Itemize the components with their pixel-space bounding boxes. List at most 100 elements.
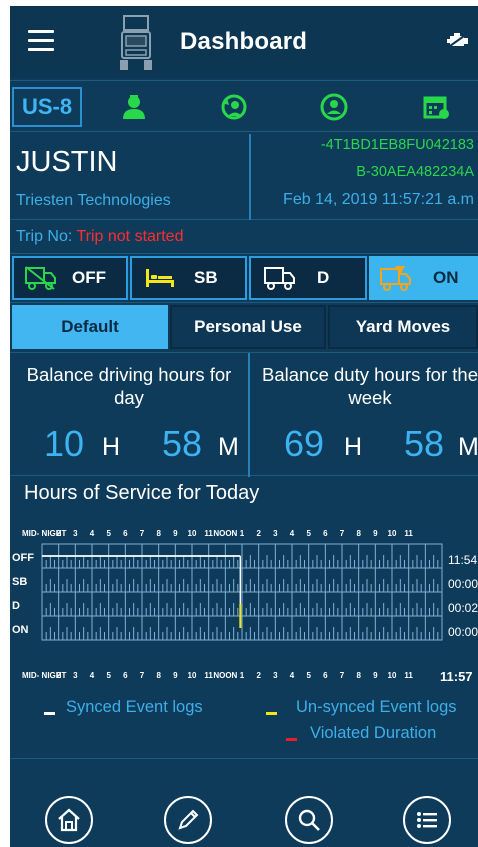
hour-label-bottom: 3 xyxy=(73,671,78,680)
co-driver-refresh-icon[interactable] xyxy=(220,93,248,121)
hour-label-top: 6 xyxy=(123,529,128,538)
edit-button[interactable] xyxy=(164,796,212,844)
driver-name: JUSTIN xyxy=(16,146,118,178)
home-button[interactable] xyxy=(45,796,93,844)
hour-label-top: 2 xyxy=(256,529,261,538)
week-minutes-unit: M xyxy=(458,433,478,461)
trip-label: Trip No: Trip not started xyxy=(16,228,183,246)
hour-label-top: 3 xyxy=(73,529,78,538)
trip-label-text: Trip No: xyxy=(16,228,77,245)
hour-label-bottom: 4 xyxy=(290,671,295,680)
tab-yard-moves[interactable]: Yard Moves xyxy=(328,305,478,349)
search-icon xyxy=(298,809,320,831)
hour-label-top: 1 xyxy=(240,529,245,538)
current-datetime: Feb 14, 2019 11:57:21 a.m xyxy=(283,191,474,208)
hour-label-bottom: 1 xyxy=(240,671,245,680)
hour-label-top: 11 xyxy=(204,529,213,538)
violated-legend-swatch xyxy=(286,738,297,741)
week-hours-value: 69 xyxy=(284,423,325,464)
hour-label-bottom: 6 xyxy=(123,671,128,680)
hamburger-menu-icon[interactable] xyxy=(28,30,54,52)
row-label: SB xyxy=(12,576,27,588)
hour-label-top: 9 xyxy=(373,529,378,538)
driver-sync-icon[interactable] xyxy=(320,93,348,121)
status-on-label: ON xyxy=(433,268,459,287)
day-minutes-unit: M xyxy=(218,433,239,461)
vehicle-unit-box[interactable]: US-8 xyxy=(12,87,82,127)
balance-day-title-line2: day xyxy=(114,387,144,408)
hour-label-top: 7 xyxy=(340,529,345,538)
hour-label-bottom: 11 xyxy=(204,671,213,680)
driver-icon[interactable] xyxy=(120,93,148,121)
vin-line-2: B-30AEA482234A xyxy=(356,164,474,180)
status-off-button[interactable]: OFF xyxy=(12,256,128,300)
truck-logo-icon xyxy=(120,15,152,70)
divider xyxy=(10,758,478,759)
hour-label-bottom: 8 xyxy=(156,671,161,680)
row-total: 11:54 xyxy=(448,553,477,567)
vehicle-row: US-8 xyxy=(10,80,478,132)
balance-day-title-line1: Balance driving hours for xyxy=(26,364,232,385)
engine-icon[interactable] xyxy=(446,30,470,52)
hour-label-bottom: 3 xyxy=(273,671,278,680)
hour-label-top: 6 xyxy=(323,529,328,538)
status-d-button[interactable]: D xyxy=(249,256,367,300)
dashboard-screen: Dashboard US-8 JUSTIN Triesten Technolog… xyxy=(10,6,478,847)
row-total: 00:02 xyxy=(448,601,478,615)
week-minutes-value: 58 xyxy=(404,423,445,464)
balance-week-title-line2: week xyxy=(348,387,392,408)
status-off-label: OFF xyxy=(72,268,106,287)
hour-label-bottom: NOON xyxy=(213,671,237,680)
row-label: ON xyxy=(12,624,29,636)
list-menu-button[interactable] xyxy=(403,796,451,844)
grand-total: 11:57 xyxy=(440,669,473,684)
calendar-icon[interactable] xyxy=(422,93,450,121)
hour-label-bottom: 5 xyxy=(106,671,111,680)
synced-legend-swatch xyxy=(44,712,55,715)
on-duty-truck-icon xyxy=(380,266,411,291)
hour-label-top: 7 xyxy=(140,529,145,538)
synced-legend: Synced Event logs xyxy=(66,698,203,716)
hour-label-bottom: 6 xyxy=(323,671,328,680)
hour-label-bottom: 10 xyxy=(188,671,197,680)
hour-label-top: 4 xyxy=(90,529,95,538)
balance-day-title: Balance driving hours for day xyxy=(10,363,248,409)
mode-tabs: Default Personal Use Yard Moves xyxy=(10,302,478,350)
hour-label-bottom: 8 xyxy=(356,671,361,680)
status-sb-label: SB xyxy=(194,268,218,287)
week-hours-unit: H xyxy=(344,433,363,461)
day-hours-value: 10 xyxy=(44,423,85,464)
hour-label-bottom: 7 xyxy=(140,671,145,680)
hos-title: Hours of Service for Today xyxy=(24,482,260,504)
row-total: 00:00 xyxy=(448,625,478,639)
unsynced-legend: Un-synced Event logs xyxy=(296,698,457,716)
trip-row: Trip No: Trip not started xyxy=(10,220,478,254)
home-icon xyxy=(58,808,80,832)
hos-log-grid[interactable]: MID- NIGHT2 3 4 5 6 7 8 9 10 11 NOON 1 2 3 4 5 6 7 8 9 10 11M… xyxy=(10,514,478,694)
hour-label-top: 4 xyxy=(290,529,295,538)
driver-info: JUSTIN Triesten Technologies -4T1BD1EB8F… xyxy=(10,134,478,220)
list-menu-icon xyxy=(417,812,437,828)
search-button[interactable] xyxy=(285,796,333,844)
page-title: Dashboard xyxy=(180,28,308,55)
hour-label-bottom: 10 xyxy=(388,671,397,680)
hour-label-top: 5 xyxy=(306,529,311,538)
edit-pencil-icon xyxy=(178,809,199,830)
status-d-label: D xyxy=(317,268,330,287)
vehicle-unit-label: US-8 xyxy=(21,94,73,119)
company-name: Triesten Technologies xyxy=(16,192,171,209)
tab-personal-use[interactable]: Personal Use xyxy=(170,305,326,349)
tab-default[interactable]: Default xyxy=(12,305,168,349)
driving-truck-icon xyxy=(264,267,295,290)
status-sb-button[interactable]: SB xyxy=(130,256,247,300)
hour-label-bottom: 4 xyxy=(90,671,95,680)
balance-week-title-line1: Balance duty hours for the xyxy=(262,364,478,385)
top-app-bar: Dashboard xyxy=(10,6,478,78)
hour-label-top: NOON xyxy=(213,529,237,538)
hour-label-bottom: 7 xyxy=(340,671,345,680)
row-label: D xyxy=(12,600,20,612)
divider xyxy=(249,134,251,220)
hour-label-top: 10 xyxy=(388,529,397,538)
hour-label-top: 8 xyxy=(356,529,361,538)
status-on-button[interactable]: ON xyxy=(369,256,478,300)
